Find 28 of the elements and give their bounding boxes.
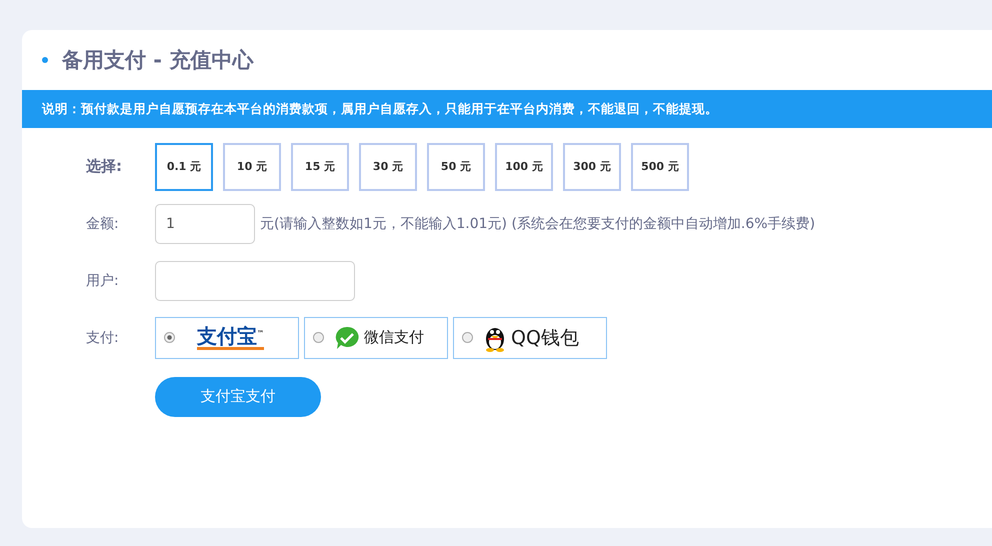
payment-option[interactable]: 微信支付 bbox=[304, 316, 448, 358]
payment-option[interactable]: 支付宝$^{™}$ bbox=[155, 316, 299, 358]
field-label: 支付: bbox=[86, 328, 120, 346]
radio-button[interactable] bbox=[164, 332, 175, 343]
bullet-icon bbox=[42, 57, 48, 63]
amount-option[interactable]: 300 元 bbox=[563, 142, 621, 190]
user-field[interactable] bbox=[155, 260, 355, 300]
amount-option[interactable]: 50 元 bbox=[427, 142, 485, 190]
radio-button[interactable] bbox=[313, 332, 324, 343]
amount-hint: 元(请输入整数如1元，不能输入1.01元) (系统会在您要支付的金额中自动增加.6%手续费) bbox=[260, 214, 816, 232]
payment-name: QQ钱包 bbox=[511, 326, 579, 350]
payment-name: 微信支付 bbox=[364, 328, 424, 347]
chat-bubble-icon bbox=[334, 324, 360, 350]
field-label: 选择: bbox=[86, 157, 123, 176]
amount-option[interactable]: 15 元 bbox=[291, 142, 349, 190]
field-label: 用户: bbox=[86, 272, 120, 290]
amount-option[interactable]: 0.1 元 bbox=[155, 142, 213, 190]
amount-option[interactable]: 30 元 bbox=[359, 142, 417, 190]
alipay-logo: 支付宝$^{™}$ bbox=[197, 325, 264, 350]
amount-option[interactable]: 500 元 bbox=[631, 142, 689, 190]
page-title: 备用支付 - 充值中心 bbox=[62, 47, 254, 74]
notice-banner: 说明：预付款是用户自愿预存在本平台的消费款项，属用户自愿存入，只能用于在平台内消费，不能退回，不能提现。 bbox=[22, 90, 992, 128]
radio-button[interactable] bbox=[462, 332, 473, 343]
payment-option[interactable]: QQ钱包 bbox=[453, 316, 607, 358]
field-label: 金额: bbox=[86, 214, 120, 232]
amount-field[interactable]: 1 bbox=[155, 204, 255, 244]
amount-option[interactable]: 10 元 bbox=[223, 142, 281, 190]
amount-option[interactable]: 100 元 bbox=[495, 142, 553, 190]
